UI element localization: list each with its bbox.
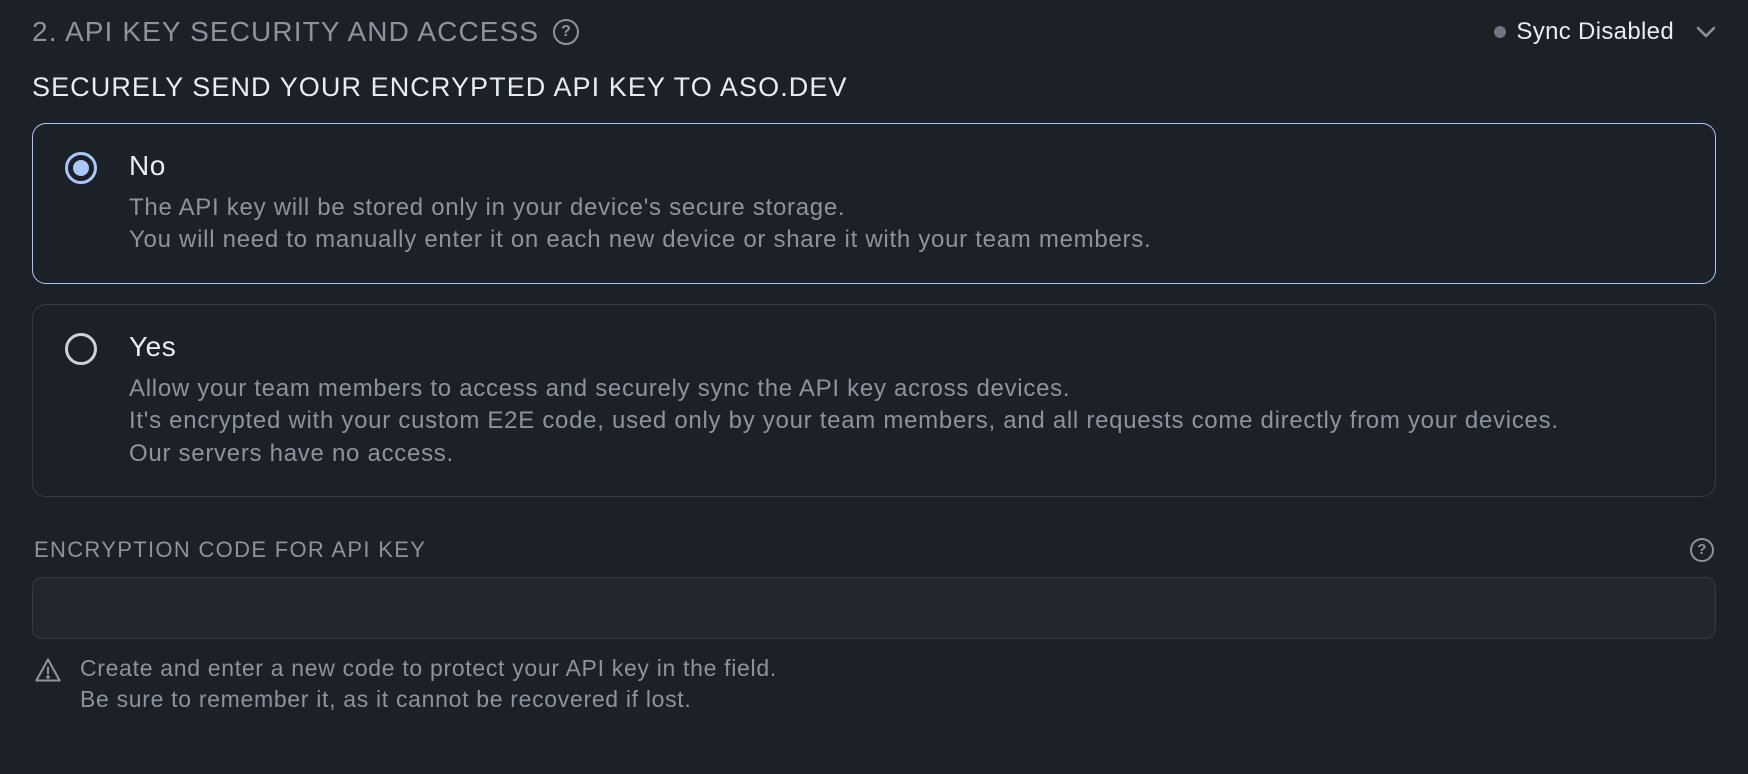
chevron-down-icon[interactable] <box>1696 25 1716 39</box>
sync-status-label: Sync Disabled <box>1516 18 1674 46</box>
radio-no[interactable] <box>65 152 97 184</box>
option-yes-desc: Allow your team members to access and se… <box>129 373 1683 470</box>
sync-status: Sync Disabled <box>1494 18 1674 46</box>
option-no-body: No The API key will be stored only in yo… <box>129 150 1683 257</box>
warning-icon <box>34 657 62 688</box>
status-dot-icon <box>1494 26 1506 38</box>
option-no[interactable]: No The API key will be stored only in yo… <box>32 123 1716 284</box>
sync-status-area: Sync Disabled <box>1494 18 1716 46</box>
option-yes-title: Yes <box>129 331 1683 363</box>
section-title: 2. API KEY SECURITY AND ACCESS <box>32 16 539 48</box>
encryption-hint: Create and enter a new code to protect y… <box>80 653 777 715</box>
encryption-label: ENCRYPTION CODE FOR API KEY <box>34 537 426 563</box>
option-no-desc: The API key will be stored only in your … <box>129 192 1683 257</box>
help-icon[interactable]: ? <box>1690 538 1714 562</box>
help-icon[interactable]: ? <box>553 19 579 45</box>
option-yes-body: Yes Allow your team members to access an… <box>129 331 1683 470</box>
encryption-hint-row: Create and enter a new code to protect y… <box>32 653 1716 715</box>
encryption-section: ENCRYPTION CODE FOR API KEY ? Create and… <box>32 537 1716 715</box>
option-yes[interactable]: Yes Allow your team members to access an… <box>32 304 1716 497</box>
encryption-code-input[interactable] <box>32 577 1716 639</box>
radio-yes[interactable] <box>65 333 97 365</box>
option-no-title: No <box>129 150 1683 182</box>
section-header: 2. API KEY SECURITY AND ACCESS ? Sync Di… <box>32 16 1716 48</box>
section-title-wrap: 2. API KEY SECURITY AND ACCESS ? <box>32 16 579 48</box>
section-subtitle: SECURELY SEND YOUR ENCRYPTED API KEY TO … <box>32 72 1716 103</box>
encryption-label-row: ENCRYPTION CODE FOR API KEY ? <box>32 537 1716 563</box>
